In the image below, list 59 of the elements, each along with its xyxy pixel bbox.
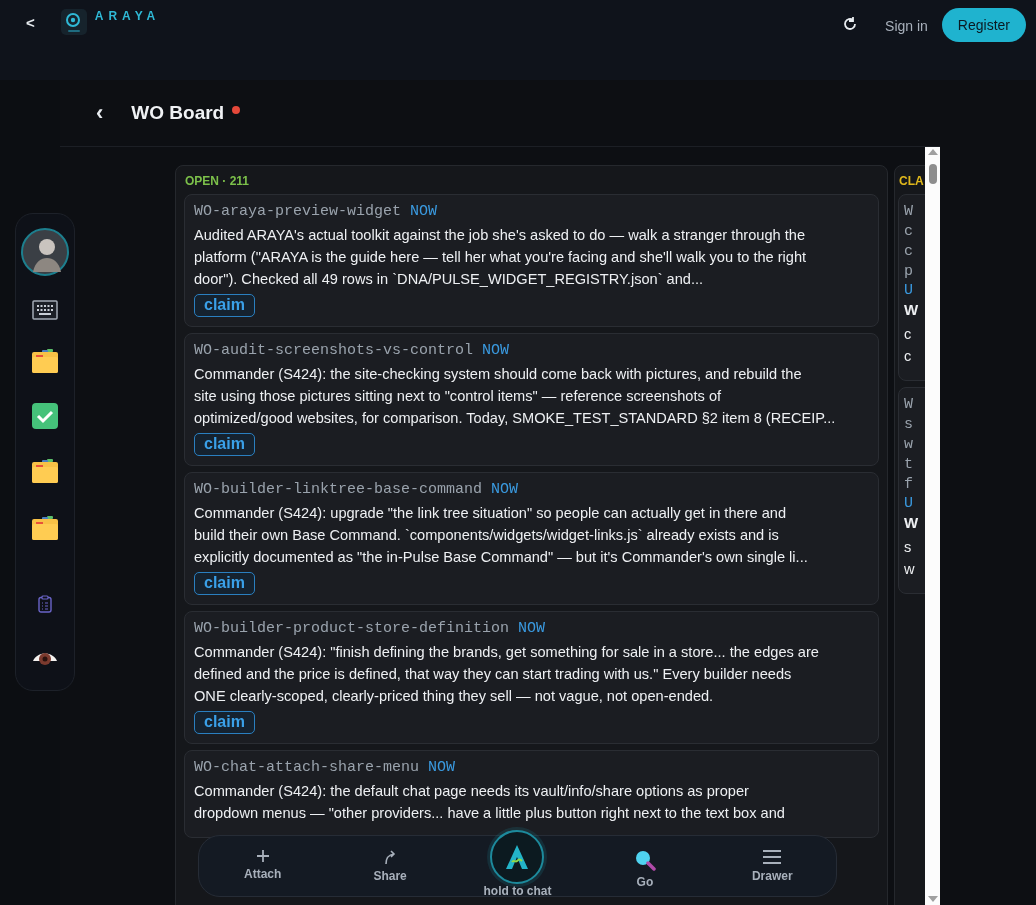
claim-button[interactable]: claim — [194, 572, 255, 595]
work-order-id: WO-builder-product-store-definition — [194, 620, 510, 637]
priority-tag: U — [904, 495, 913, 512]
avatar[interactable] — [21, 228, 69, 276]
check-icon[interactable] — [32, 403, 58, 429]
page-title: WO Board — [131, 102, 225, 124]
work-order-id: WO-araya-preview-widget — [194, 203, 402, 220]
card-title: W — [904, 513, 919, 533]
share-arrow-icon — [383, 849, 398, 865]
card-description: Commander (S424): "finish defining the brands, get something for sale in a store... the edges are defined and the price is defined, that way they can start trading with us." Every builder needs ONE clearly-scoped, clearly-priced thing they sell — not vague, not open-ended. — [194, 643, 819, 706]
work-order-id: WO-chat-attach-share-menu — [194, 759, 420, 776]
card-description: Commander (S424): the default chat page needs its vault/info/share options as proper dropdown menus — "other providers... have a little plus button right next to the text box and — [194, 782, 785, 823]
work-order-id: W c c p — [904, 202, 913, 282]
brand-name: ARAYA — [94, 9, 161, 23]
sign-in-link[interactable]: Sign in — [877, 14, 936, 38]
menu-icon — [763, 849, 782, 865]
dock-button[interactable]: Drawer — [708, 836, 836, 884]
card-description: Commander (S424): upgrade "the link tree situation" so people can actually get in there and build their own Base Command. `components/widgets/widget-links.js` already exists and is explicitly documented as "the in-Pulse Base Command" — but it's Commander's own single li... — [194, 504, 808, 567]
chat-button[interactable]: hold to chat — [453, 830, 582, 898]
folder-button[interactable] — [32, 459, 58, 483]
plus-icon — [255, 849, 270, 863]
status-dot-icon — [232, 106, 241, 114]
priority-tag: NOW — [518, 620, 546, 637]
card-title: W — [904, 300, 919, 320]
column-title: OPEN · 211 — [184, 174, 251, 188]
claim-button[interactable]: claim — [194, 711, 255, 734]
folder-button[interactable] — [32, 349, 58, 373]
logo-icon — [504, 844, 531, 870]
clipboard-icon[interactable] — [38, 595, 52, 613]
register-button[interactable]: Register — [941, 8, 1026, 42]
card-description: c c — [904, 325, 912, 366]
work-order-id: WO-builder-linktree-base-command — [194, 481, 483, 498]
folder-icon — [32, 516, 58, 540]
back-button[interactable]: ‹ — [94, 100, 106, 126]
chat-label: hold to chat — [483, 884, 552, 898]
priority-tag: NOW — [491, 481, 519, 498]
logo-icon — [60, 9, 87, 35]
card-description: s w — [904, 538, 915, 579]
column-title: CLA — [898, 174, 925, 188]
priority-tag: NOW — [410, 203, 438, 220]
search-icon — [633, 849, 656, 871]
priority-tag: U — [904, 282, 913, 299]
keyboard-icon[interactable] — [32, 300, 58, 320]
dock-button[interactable]: Go — [581, 836, 709, 890]
priority-tag: NOW — [428, 759, 456, 776]
card-description: Audited ARAYA's actual toolkit against the job she's asked to do — walk a stranger through the platform ("ARAYA is the guide here — tell her what you're facing and she'll walk you to the right door"). Checked all 49 rows in `DNA/PULSE_WIDGET_REGISTRY.json` and... — [194, 226, 807, 289]
claim-button[interactable]: claim — [194, 294, 255, 317]
back-button[interactable]: < — [18, 8, 43, 37]
card-description: Commander (S424): the site-checking system should come back with pictures, and rebuild the site using those pictures sitting next to "control items" — reference screenshots of optimized/good websites, for comparison. Today, SMOKE_TEST_STANDARD §2 item 8 (RECEIP... — [194, 365, 836, 428]
folder-button[interactable] — [32, 516, 58, 540]
dock-button[interactable]: Attach — [199, 836, 327, 882]
claim-button[interactable]: claim — [194, 433, 255, 456]
folder-icon — [32, 349, 58, 373]
scrollbar[interactable] — [925, 147, 940, 905]
priority-tag: NOW — [482, 342, 510, 359]
work-order-id: WO-audit-screenshots-vs-control — [194, 342, 474, 359]
folder-icon — [32, 459, 58, 483]
work-order-id: W s w t f — [904, 395, 913, 495]
dock-button[interactable]: Share — [326, 836, 454, 884]
